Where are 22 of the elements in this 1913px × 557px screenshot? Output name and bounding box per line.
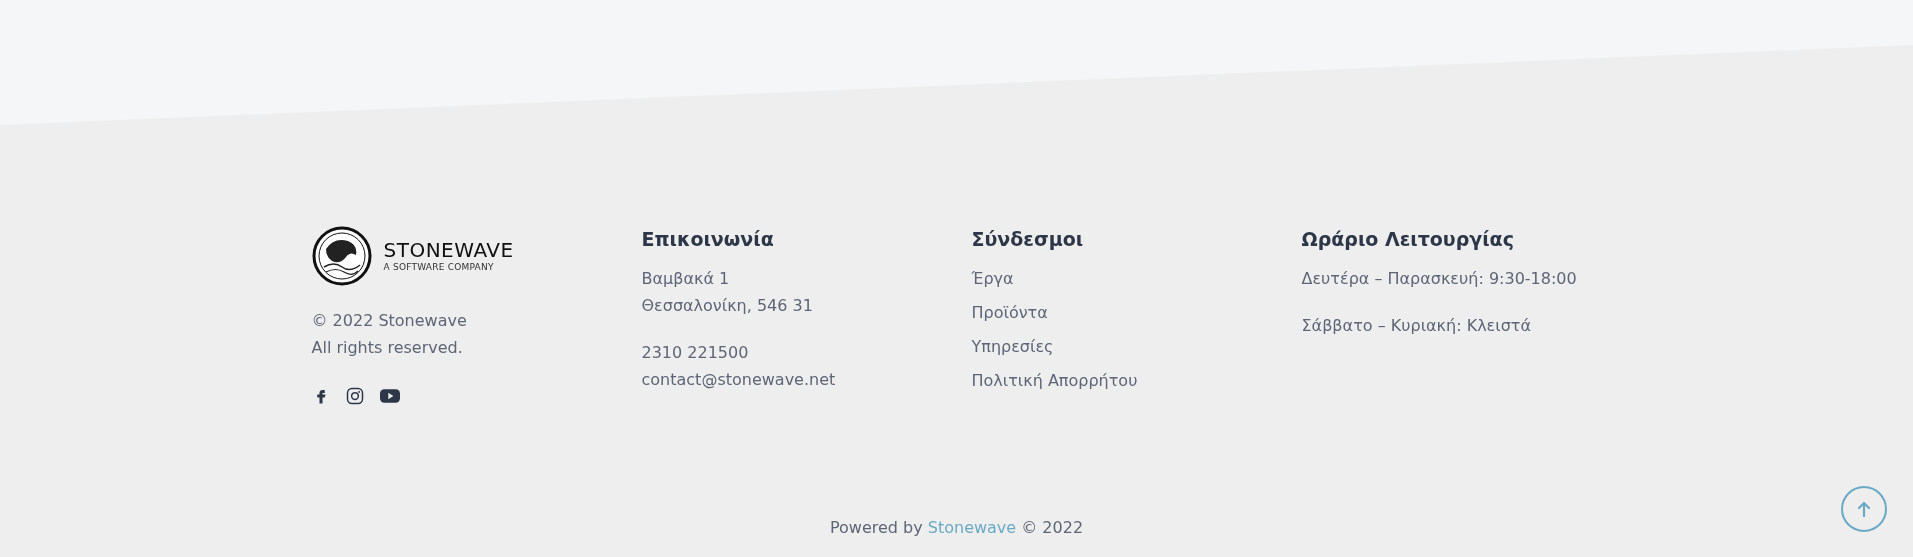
column-heading: Σύνδεσμοι bbox=[971, 227, 1085, 252]
copyright-text: © 2022 Stonewave bbox=[311, 310, 468, 332]
youtube-icon[interactable] bbox=[379, 388, 400, 404]
contact-text: contact@stonewave.net bbox=[641, 369, 837, 391]
column-heading: Ωράριο Λειτουργίας bbox=[1301, 227, 1515, 252]
footer-link[interactable]: Προϊόντα bbox=[971, 299, 1048, 326]
arrow-up-icon bbox=[1857, 501, 1871, 517]
contact-text: Θεσσαλονίκη, 546 31 bbox=[641, 295, 814, 317]
contact-text: 2310 221500 bbox=[641, 342, 750, 364]
column-heading: Επικοινωνία bbox=[641, 227, 775, 252]
copyright-text: All rights reserved. bbox=[311, 337, 464, 359]
powered-by-text: Powered by Stonewave © 2022 bbox=[829, 517, 1084, 539]
brand-name: STONEWAVE bbox=[383, 239, 514, 261]
instagram-icon[interactable] bbox=[345, 387, 364, 405]
brand-tagline: A SOFTWARE COMPANY bbox=[383, 261, 495, 273]
contact-text: Βαμβακά 1 bbox=[641, 268, 731, 290]
footer-link[interactable]: Πολιτική Απορρήτου bbox=[971, 367, 1138, 394]
footer-link[interactable]: Έργα bbox=[971, 265, 1014, 292]
hours-text: Δευτέρα – Παρασκευή: 9:30-18:00 bbox=[1301, 268, 1578, 290]
footer-link[interactable]: Υπηρεσίες bbox=[971, 333, 1054, 360]
hours-text: Σάββατο – Κυριακή: Κλειστά bbox=[1301, 315, 1532, 337]
emblem-icon bbox=[311, 225, 372, 287]
